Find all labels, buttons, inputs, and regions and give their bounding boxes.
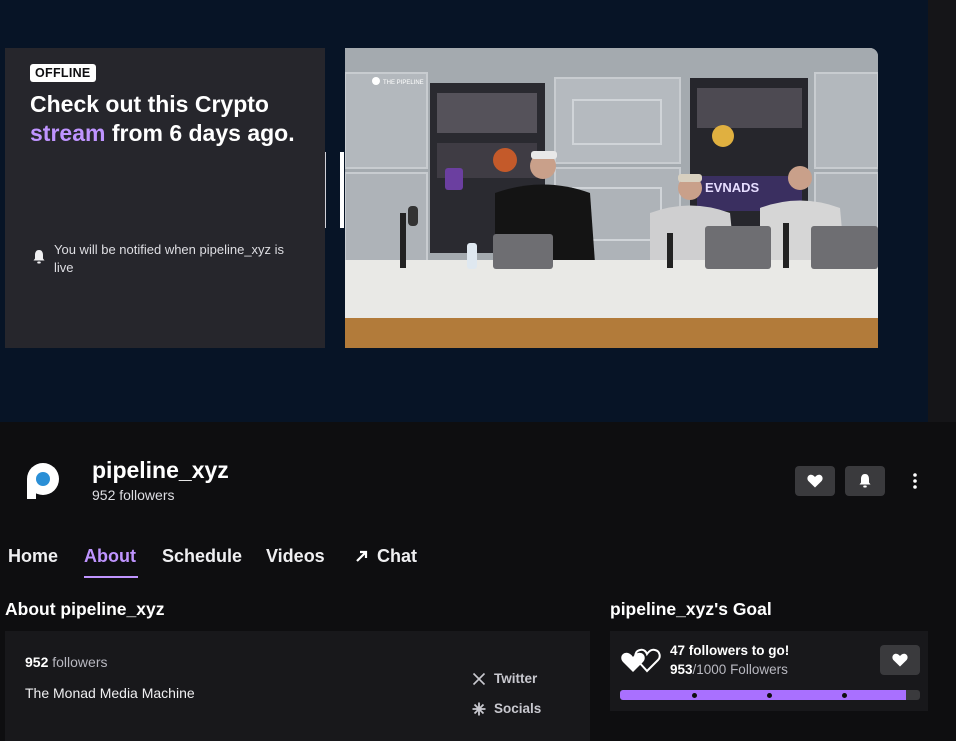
tab-schedule[interactable]: Schedule xyxy=(162,546,242,567)
follower-count: 952 followers xyxy=(92,487,175,503)
tab-about[interactable]: About xyxy=(84,546,136,567)
x-logo-icon xyxy=(472,672,486,685)
offline-badge: OFFLINE xyxy=(30,64,96,82)
notifications-button[interactable] xyxy=(845,466,885,496)
tab-chat-label: Chat xyxy=(377,546,417,566)
active-tab-indicator xyxy=(84,576,138,578)
bell-icon xyxy=(33,250,45,264)
about-followers-word: followers xyxy=(52,654,108,670)
neon-sign-text: EVNADS xyxy=(705,180,760,195)
goal-milestone-marker xyxy=(767,693,772,698)
heart-icon xyxy=(892,653,908,667)
tab-home[interactable]: Home xyxy=(8,546,58,567)
sparkle-icon xyxy=(472,702,486,715)
more-options-button[interactable] xyxy=(905,470,925,492)
about-follower-count: 952 followers xyxy=(25,654,108,670)
twitter-link-label: Twitter xyxy=(494,671,538,686)
socials-link[interactable]: Socials xyxy=(472,701,541,716)
video-logo-text: THE PIPELINE xyxy=(383,80,424,86)
studio-scene-image: EVNADS THE PIPELINE xyxy=(345,48,878,348)
offline-headline: Check out this Crypto stream from 6 days… xyxy=(30,90,300,148)
notify-text: You will be notified when pipeline_xyz i… xyxy=(54,242,285,275)
vod-thumbnail[interactable]: EVNADS THE PIPELINE xyxy=(345,48,878,348)
double-heart-icon xyxy=(621,648,661,673)
about-bio: The Monad Media Machine xyxy=(25,685,195,701)
bell-icon xyxy=(859,474,871,488)
goal-follow-button[interactable] xyxy=(880,645,920,675)
tab-videos[interactable]: Videos xyxy=(266,546,325,567)
heart-icon xyxy=(807,474,823,488)
kebab-menu-icon xyxy=(913,473,917,489)
goal-milestone-marker xyxy=(692,693,697,698)
goal-remaining-text: 47 followers to go! xyxy=(670,643,790,658)
carousel-indicator xyxy=(340,152,344,228)
stream-link[interactable]: stream xyxy=(30,120,105,146)
twitter-link[interactable]: Twitter xyxy=(472,671,537,686)
about-followers-number: 952 xyxy=(25,654,49,670)
external-arrow-icon xyxy=(356,550,368,562)
goal-progress-text: 953/1000 Followers xyxy=(670,662,788,677)
headline-text-end: from 6 days ago. xyxy=(105,120,295,146)
goal-current-value: 953 xyxy=(670,662,693,677)
carousel-divider xyxy=(325,152,326,228)
goal-target-text: /1000 Followers xyxy=(692,662,788,677)
channel-avatar[interactable] xyxy=(20,456,66,502)
follow-button[interactable] xyxy=(795,466,835,496)
headline-text-start: Check out this Crypto xyxy=(30,91,269,117)
socials-link-label: Socials xyxy=(494,701,542,716)
goal-title: pipeline_xyz's Goal xyxy=(610,599,772,619)
goal-milestone-marker xyxy=(842,693,847,698)
tab-chat[interactable]: Chat xyxy=(355,546,417,567)
goal-progress-bar xyxy=(620,690,920,700)
notify-message: You will be notified when pipeline_xyz i… xyxy=(32,241,302,277)
about-title: About pipeline_xyz xyxy=(5,599,165,619)
goal-progress-fill xyxy=(620,690,906,700)
scrollbar-track[interactable] xyxy=(928,0,956,422)
channel-name[interactable]: pipeline_xyz xyxy=(92,457,229,484)
